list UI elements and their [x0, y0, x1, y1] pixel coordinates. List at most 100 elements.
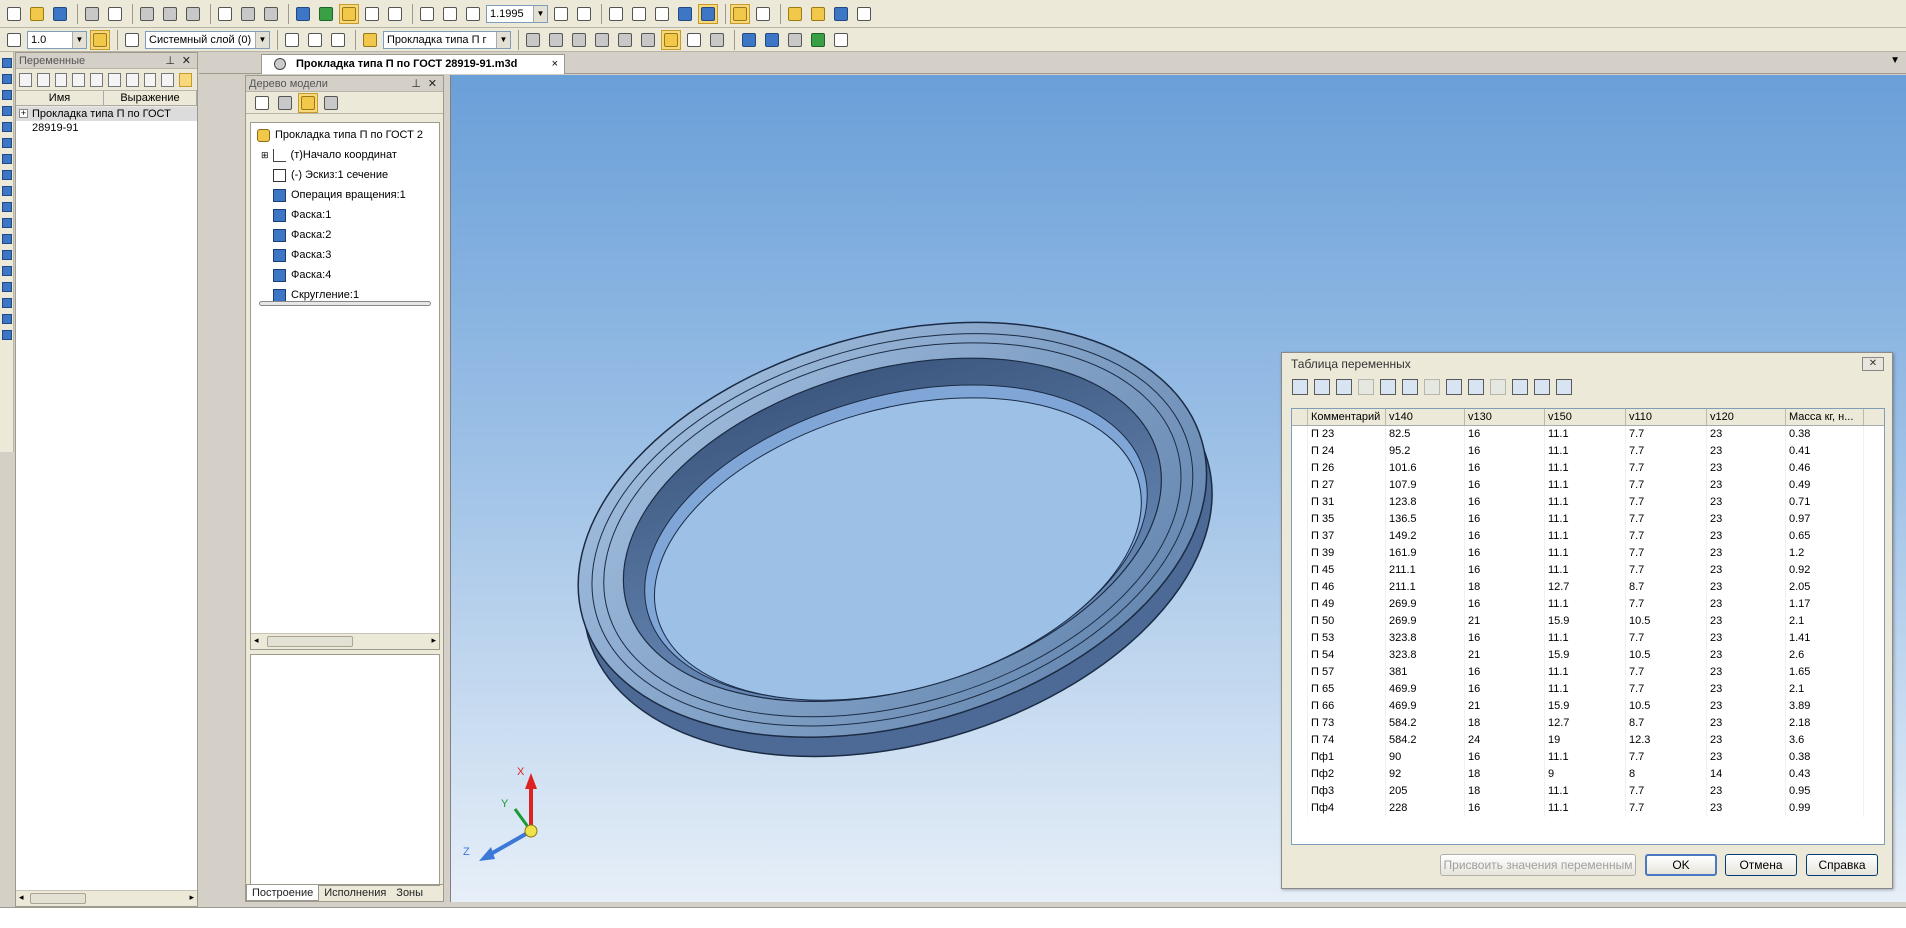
- save-table-icon[interactable]: [1314, 379, 1330, 395]
- table-cell[interactable]: П 54: [1308, 647, 1386, 664]
- table-row[interactable]: П 27 107.9 16 11.1 7.7 23 0.49: [1292, 477, 1884, 494]
- table-cell[interactable]: 11.1: [1545, 545, 1626, 562]
- ok-button[interactable]: OK: [1645, 854, 1717, 876]
- chamfer-tool-icon[interactable]: [569, 30, 589, 50]
- table-row[interactable]: П 54 323.8 21 15.9 10.5 23 2.6: [1292, 647, 1884, 664]
- table-cell[interactable]: 16: [1465, 800, 1545, 817]
- open-table-icon[interactable]: [1292, 379, 1308, 395]
- table-row[interactable]: П 31 123.8 16 11.1 7.7 23 0.71: [1292, 494, 1884, 511]
- rotate-icon[interactable]: [551, 4, 571, 24]
- tool-icon[interactable]: [2, 314, 12, 324]
- table-cell[interactable]: 12.7: [1545, 579, 1626, 596]
- rollback-bar[interactable]: [259, 301, 431, 306]
- table-cell[interactable]: 95.2: [1386, 443, 1465, 460]
- insert-row-icon[interactable]: [1380, 379, 1396, 395]
- row-selector[interactable]: [1292, 477, 1308, 494]
- table-cell[interactable]: 211.1: [1386, 562, 1465, 579]
- tree-structure-icon[interactable]: [252, 93, 272, 113]
- column-header[interactable]: v150: [1545, 409, 1626, 425]
- layer-combo[interactable]: Системный слой (0) ▼: [145, 30, 270, 49]
- snap-icon[interactable]: [4, 30, 24, 50]
- table-cell[interactable]: 9: [1545, 766, 1626, 783]
- row-selector[interactable]: [1292, 698, 1308, 715]
- row-selector[interactable]: [1292, 596, 1308, 613]
- table-cell[interactable]: 23: [1707, 664, 1786, 681]
- table-cell[interactable]: 2.6: [1786, 647, 1864, 664]
- table-cell[interactable]: 1.17: [1786, 596, 1864, 613]
- table-cell[interactable]: П 45: [1308, 562, 1386, 579]
- row-selector[interactable]: [1292, 732, 1308, 749]
- table-cell[interactable]: 0.49: [1786, 477, 1864, 494]
- table-cell[interactable]: 16: [1465, 477, 1545, 494]
- delete-row-icon[interactable]: [1424, 379, 1440, 395]
- tree-mode-icon[interactable]: [298, 92, 318, 113]
- horizontal-scrollbar[interactable]: ◂ ▸: [16, 890, 197, 906]
- table-cell[interactable]: 7.7: [1626, 494, 1707, 511]
- properties-icon[interactable]: [215, 4, 235, 24]
- columns-icon[interactable]: [1556, 379, 1572, 395]
- table-row[interactable]: Пф2 92 18 9 8 14 0.43: [1292, 766, 1884, 783]
- delete-variable-icon[interactable]: [36, 72, 50, 87]
- tree-item-sketch[interactable]: (-) Эскиз:1 сечение: [273, 167, 388, 183]
- scroll-thumb[interactable]: [30, 893, 86, 904]
- row-selector[interactable]: [1292, 766, 1308, 783]
- tool-icon[interactable]: [2, 170, 12, 180]
- table-cell[interactable]: 15.9: [1545, 647, 1626, 664]
- library-manager-icon[interactable]: [831, 4, 851, 24]
- table-cell[interactable]: 12.7: [1545, 715, 1626, 732]
- tree-filter-icon[interactable]: [321, 93, 341, 113]
- scale-combo[interactable]: 1.0 ▼: [27, 30, 87, 49]
- table-cell[interactable]: 11.1: [1545, 511, 1626, 528]
- row-selector[interactable]: [1292, 681, 1308, 698]
- append-column-icon[interactable]: [1468, 379, 1484, 395]
- close-icon[interactable]: ✕: [182, 53, 191, 69]
- table-cell[interactable]: 23: [1707, 749, 1786, 766]
- table-row[interactable]: П 39 161.9 16 11.1 7.7 23 1.2: [1292, 545, 1884, 562]
- table-cell[interactable]: 19: [1545, 732, 1626, 749]
- column-header[interactable]: v120: [1707, 409, 1786, 425]
- table-cell[interactable]: 18: [1465, 783, 1545, 800]
- table-cell[interactable]: 1.41: [1786, 630, 1864, 647]
- table-cell[interactable]: 7.7: [1626, 749, 1707, 766]
- tool-icon[interactable]: [2, 154, 12, 164]
- lighting-icon[interactable]: [785, 30, 805, 50]
- copy-tool-icon[interactable]: [638, 30, 658, 50]
- table-cell[interactable]: 11.1: [1545, 477, 1626, 494]
- table-cell[interactable]: 3.6: [1786, 732, 1864, 749]
- table-cell[interactable]: 23: [1707, 426, 1786, 443]
- settings-icon[interactable]: [854, 4, 874, 24]
- table-row[interactable]: П 24 95.2 16 11.1 7.7 23 0.41: [1292, 443, 1884, 460]
- move-up-icon[interactable]: [1512, 379, 1528, 395]
- table-cell[interactable]: 16: [1465, 426, 1545, 443]
- table-cell[interactable]: 11.1: [1545, 528, 1626, 545]
- table-cell[interactable]: 0.41: [1786, 443, 1864, 460]
- tree-item-chamfer-3[interactable]: Фаска:3: [273, 247, 331, 263]
- table-cell[interactable]: 0.38: [1786, 749, 1864, 766]
- table-cell[interactable]: 16: [1465, 664, 1545, 681]
- new-variable-icon[interactable]: [19, 72, 32, 87]
- table-cell[interactable]: П 73: [1308, 715, 1386, 732]
- zoom-window-icon[interactable]: [417, 4, 437, 24]
- column-expression[interactable]: Выражение: [104, 91, 197, 105]
- dimension-icon[interactable]: [546, 30, 566, 50]
- table-cell[interactable]: 0.97: [1786, 511, 1864, 528]
- table-cell[interactable]: П 57: [1308, 664, 1386, 681]
- select-icon[interactable]: [753, 4, 773, 24]
- table-cell[interactable]: 7.7: [1626, 460, 1707, 477]
- fillet-tool-icon[interactable]: [592, 30, 612, 50]
- row-selector[interactable]: [1292, 528, 1308, 545]
- zoom-in-icon[interactable]: [463, 4, 483, 24]
- table-cell[interactable]: П 26: [1308, 460, 1386, 477]
- table-cell[interactable]: 7.7: [1626, 443, 1707, 460]
- external-link-icon[interactable]: [143, 72, 157, 87]
- undo-icon[interactable]: [238, 4, 258, 24]
- table-row[interactable]: П 73 584.2 18 12.7 8.7 23 2.18: [1292, 715, 1884, 732]
- tool-icon[interactable]: [2, 330, 12, 340]
- table-cell[interactable]: П 23: [1308, 426, 1386, 443]
- table-cell[interactable]: 2.1: [1786, 613, 1864, 630]
- row-selector[interactable]: [1292, 800, 1308, 817]
- table-cell[interactable]: 23: [1707, 647, 1786, 664]
- table-cell[interactable]: 23: [1707, 613, 1786, 630]
- cut-icon[interactable]: [137, 4, 157, 24]
- table-cell[interactable]: 2.05: [1786, 579, 1864, 596]
